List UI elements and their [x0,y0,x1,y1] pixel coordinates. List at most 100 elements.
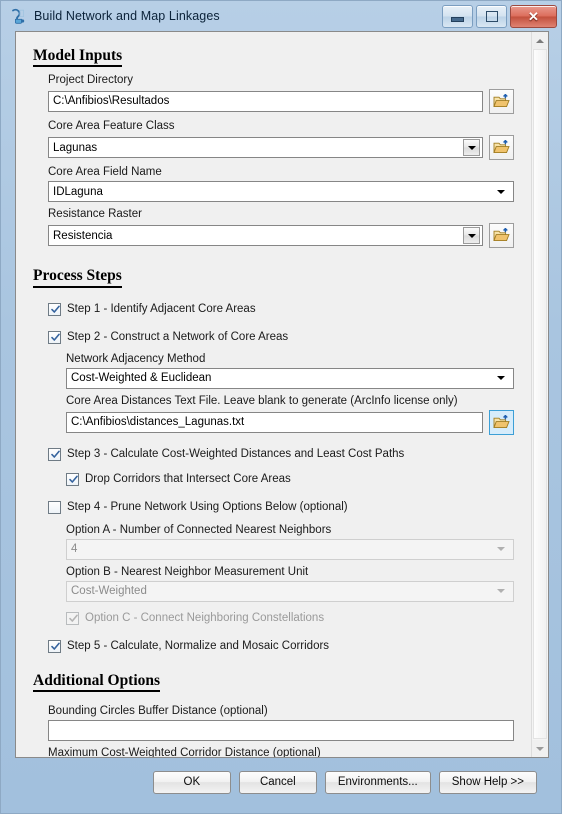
resistance-raster-browse-button[interactable] [489,223,514,249]
scroll-up-icon [536,38,544,43]
drop-corridors-checkbox[interactable] [66,472,79,486]
step5-checkbox[interactable] [48,639,61,653]
checkbox-row-option-c: Option C - Connect Neighboring Constella… [66,611,514,625]
vertical-scrollbar[interactable] [531,32,548,757]
step4-label: Step 4 - Prune Network Using Options Bel… [67,500,348,513]
label-option-a: Option A - Number of Connected Nearest N… [66,523,332,536]
step3-label: Step 3 - Calculate Cost-Weighted Distanc… [67,447,405,460]
option-b-value: Cost-Weighted [71,585,147,598]
label-core-area-distances-file: Core Area Distances Text File. Leave bla… [66,394,458,407]
show-help-button[interactable]: Show Help >> [438,770,537,794]
folder-open-icon [493,414,510,428]
checkbox-row-step5[interactable]: Step 5 - Calculate, Normalize and Mosaic… [48,639,514,653]
dialog-window: Build Network and Map Linkages ✕ Model I… [0,0,562,814]
environments-button[interactable]: Environments... [324,770,431,794]
section-model-inputs: Model Inputs Project Directory C:\Anfibi… [32,42,514,249]
project-directory-input[interactable]: C:\Anfibios\Resultados [48,91,483,113]
step2-checkbox[interactable] [48,330,61,344]
row-core-area-distances-file: C:\Anfibios\distances_Lagunas.txt [66,409,514,435]
scroll-up-button[interactable] [532,32,548,49]
row-bounding-circles-buffer-distance [48,719,514,741]
core-area-field-name-value: IDLaguna [53,185,103,198]
label-core-area-feature-class: Core Area Feature Class [48,120,175,133]
label-resistance-raster: Resistance Raster [48,208,142,221]
option-c-label: Option C - Connect Neighboring Constella… [85,611,325,624]
row-resistance-raster: Resistencia [48,223,514,249]
checkbox-row-step3[interactable]: Step 3 - Calculate Cost-Weighted Distanc… [48,447,514,461]
cancel-button[interactable]: Cancel [238,770,317,794]
close-icon: ✕ [528,9,539,24]
chevron-down-icon[interactable] [492,370,509,387]
checkbox-row-drop-corridors[interactable]: Drop Corridors that Intersect Core Areas [66,472,514,486]
chevron-down-icon[interactable] [463,227,480,245]
checkbox-row-step4[interactable]: Step 4 - Prune Network Using Options Bel… [48,500,514,514]
core-area-feature-class-value: Lagunas [53,141,98,154]
step2-label: Step 2 - Construct a Network of Core Are… [67,330,289,343]
check-icon [51,642,60,650]
folder-open-icon [493,94,510,108]
label-project-directory: Project Directory [48,74,133,87]
chevron-down-icon [492,541,509,558]
section-additional-options: Additional Options Bounding Circles Buff… [32,667,514,757]
option-c-checkbox [66,611,79,625]
network-adjacency-method-value: Cost-Weighted & Euclidean [71,372,212,385]
section-heading-additional-options: Additional Options [33,672,161,692]
chevron-down-icon[interactable] [463,139,480,157]
scrollbar-thumb[interactable] [533,49,547,739]
row-core-area-feature-class: Lagunas [48,135,514,161]
core-area-distances-file-input[interactable]: C:\Anfibios\distances_Lagunas.txt [66,411,483,433]
label-option-b: Option B - Nearest Neighbor Measurement … [66,565,309,578]
row-option-b: Cost-Weighted [66,580,514,602]
chevron-down-icon[interactable] [492,183,509,200]
checkbox-row-step1[interactable]: Step 1 - Identify Adjacent Core Areas [48,302,514,316]
check-icon [51,305,60,313]
core-area-distances-browse-button[interactable] [489,409,514,435]
script-tool-icon [12,8,25,24]
step1-checkbox[interactable] [48,302,61,316]
drop-corridors-label: Drop Corridors that Intersect Core Areas [85,472,291,485]
check-icon [51,450,60,458]
window-controls: ✕ [442,5,557,28]
dialog-client-area: Model Inputs Project Directory C:\Anfibi… [15,31,549,758]
section-process-steps: Process Steps Step 1 - Identify Adjacent… [32,262,514,653]
check-icon [69,475,78,483]
core-area-feature-class-browse-button[interactable] [489,135,514,161]
core-area-field-name-combo[interactable]: IDLaguna [48,181,514,203]
ok-button[interactable]: OK [152,770,231,794]
row-core-area-field-name: IDLaguna [48,181,514,203]
project-directory-browse-button[interactable] [489,89,514,115]
option-b-combo: Cost-Weighted [66,580,514,602]
row-network-adjacency-method: Cost-Weighted & Euclidean [66,367,514,389]
step4-checkbox[interactable] [48,500,61,514]
check-icon [51,333,60,341]
checkbox-row-step2[interactable]: Step 2 - Construct a Network of Core Are… [48,330,514,344]
close-button[interactable]: ✕ [510,5,557,28]
step1-label: Step 1 - Identify Adjacent Core Areas [67,302,256,315]
label-bounding-circles-buffer-distance: Bounding Circles Buffer Distance (option… [48,704,268,717]
maximize-button[interactable] [476,5,507,28]
dialog-button-bar: OK Cancel Environments... Show Help >> [15,760,549,804]
option-a-value: 4 [71,543,78,556]
row-option-a: 4 [66,538,514,560]
step3-checkbox[interactable] [48,447,61,461]
minimize-button[interactable] [442,5,473,28]
resistance-raster-combo[interactable]: Resistencia [48,225,483,247]
title-bar: Build Network and Map Linkages ✕ [1,1,562,31]
option-a-combo: 4 [66,538,514,560]
scroll-down-button[interactable] [532,740,548,757]
section-heading-model-inputs: Model Inputs [33,47,123,68]
bounding-circles-buffer-distance-input[interactable] [48,719,514,741]
window-title: Build Network and Map Linkages [34,9,220,23]
network-adjacency-method-combo[interactable]: Cost-Weighted & Euclidean [66,367,514,389]
minimize-icon [451,17,464,22]
core-area-feature-class-combo[interactable]: Lagunas [48,137,483,159]
chevron-down-icon [492,583,509,600]
step5-label: Step 5 - Calculate, Normalize and Mosaic… [67,639,330,652]
section-heading-process-steps: Process Steps [33,268,122,288]
row-project-directory: C:\Anfibios\Resultados [48,89,514,115]
resistance-raster-value: Resistencia [53,229,113,242]
maximize-icon [485,11,498,22]
label-core-area-field-name: Core Area Field Name [48,166,162,179]
label-maximum-cost-weighted-corridor-distance: Maximum Cost-Weighted Corridor Distance … [48,746,321,757]
form-scroll-area: Model Inputs Project Directory C:\Anfibi… [16,32,532,757]
